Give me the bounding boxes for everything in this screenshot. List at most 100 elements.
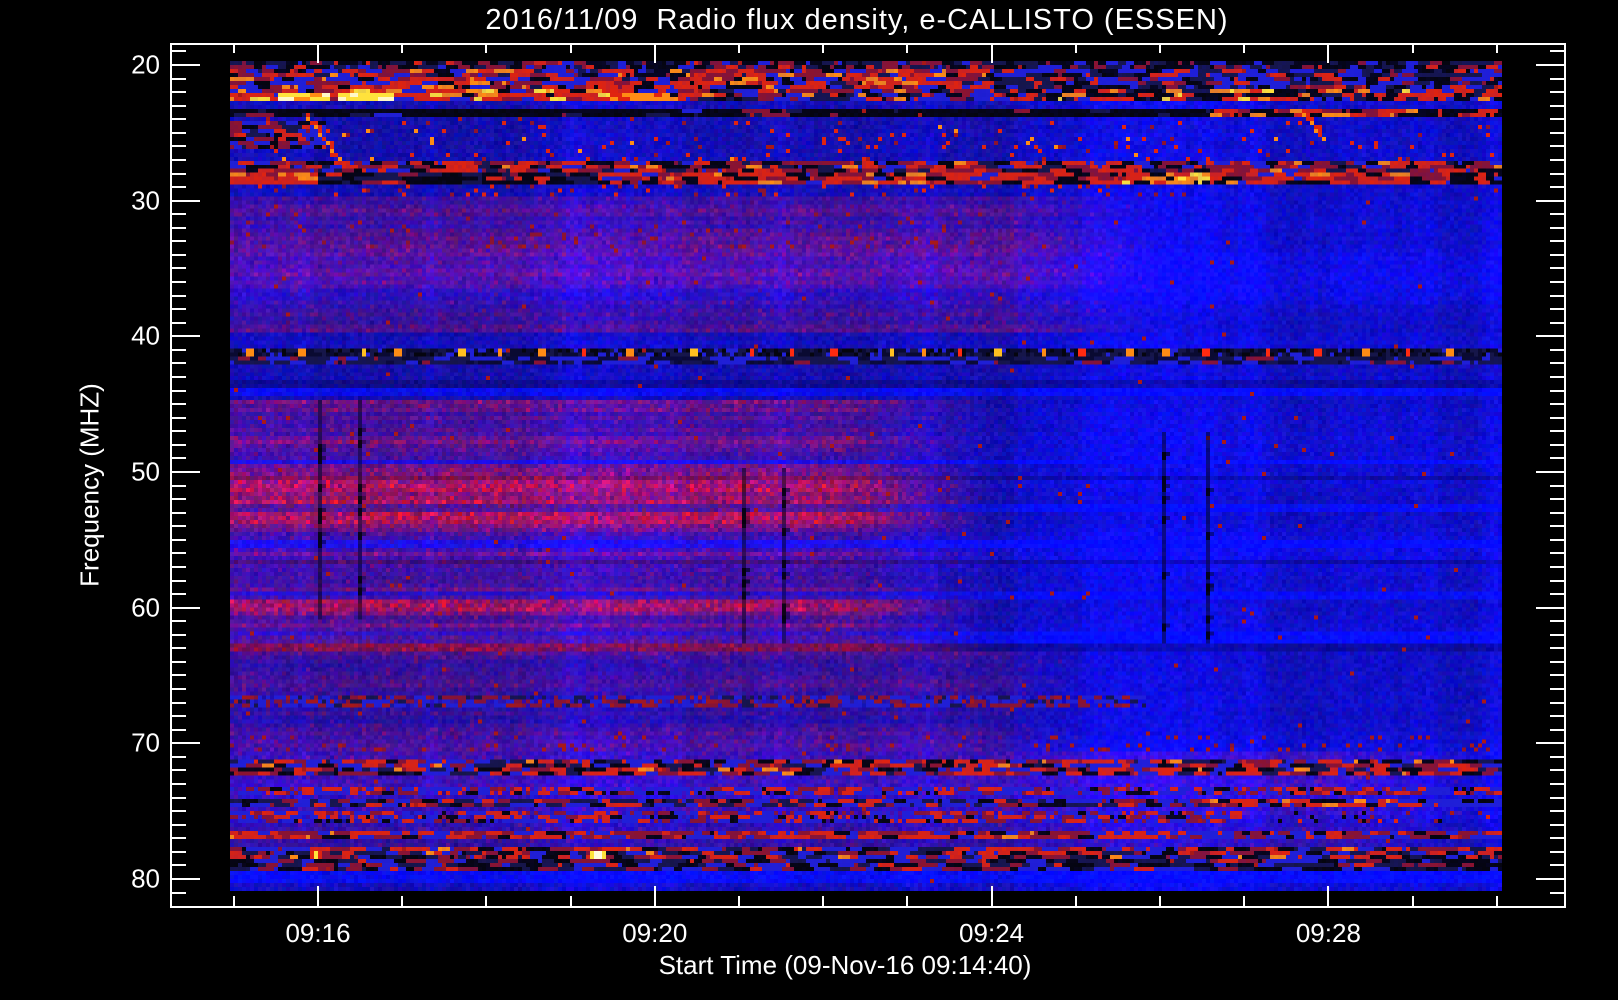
y-minor-tick-right [1550, 498, 1564, 501]
y-minor-tick-right [1550, 294, 1564, 297]
x-minor-tick-top [569, 45, 572, 53]
x-major-tick-top [317, 45, 319, 63]
x-major-tick [653, 886, 656, 906]
y-minor-tick [172, 321, 186, 324]
y-major-tick [172, 64, 200, 66]
x-minor-tick [485, 896, 488, 906]
x-tick-label: 09:20 [622, 918, 688, 948]
y-minor-tick-right [1550, 118, 1564, 121]
y-minor-tick-right [1550, 769, 1564, 772]
y-minor-tick-right [1550, 321, 1564, 324]
y-minor-tick [172, 647, 186, 650]
x-minor-tick-top [1159, 45, 1161, 53]
y-minor-tick [172, 158, 186, 161]
y-minor-tick-right [1550, 525, 1564, 528]
y-major-tick [172, 199, 200, 202]
y-minor-tick [172, 823, 186, 826]
y-tick-label: 50 [131, 456, 160, 487]
x-tick-label: 09:24 [959, 918, 1025, 948]
y-tick-label: 70 [131, 727, 160, 758]
y-minor-tick [172, 403, 186, 406]
y-minor-tick-right [1550, 728, 1564, 731]
x-tick-label: 09:28 [1295, 918, 1361, 948]
y-minor-tick-right [1550, 91, 1564, 94]
y-minor-tick [172, 498, 186, 501]
y-minor-tick [172, 674, 186, 677]
y-minor-tick-right [1550, 538, 1564, 541]
y-major-tick-right [1536, 64, 1564, 66]
y-minor-tick-right [1550, 511, 1564, 514]
y-minor-tick-right [1550, 50, 1564, 53]
y-minor-tick-right [1550, 430, 1564, 433]
x-major-tick [990, 886, 993, 906]
x-minor-tick-top [232, 45, 235, 53]
y-minor-tick [172, 131, 186, 134]
y-minor-tick [172, 226, 186, 229]
y-minor-tick-right [1550, 226, 1564, 229]
y-minor-tick [172, 511, 186, 514]
x-minor-tick-top [401, 45, 404, 53]
x-minor-tick [1159, 896, 1161, 906]
y-minor-tick [172, 294, 186, 297]
y-minor-tick-right [1550, 891, 1564, 894]
y-minor-tick-right [1550, 213, 1564, 216]
y-minor-tick [172, 715, 186, 718]
y-minor-tick-right [1550, 796, 1564, 799]
y-minor-tick [172, 891, 186, 894]
y-minor-tick-right [1550, 457, 1564, 460]
y-minor-tick [172, 376, 186, 379]
y-major-tick [172, 606, 200, 609]
y-minor-tick-right [1550, 715, 1564, 718]
y-minor-tick-right [1550, 552, 1564, 555]
y-minor-tick [172, 796, 186, 799]
spectrogram-window: 2016/11/09 Radio flux density, e-CALLIST… [0, 0, 1618, 1000]
y-minor-tick [172, 186, 186, 189]
y-minor-tick-right [1550, 579, 1564, 582]
y-minor-tick-right [1550, 281, 1564, 284]
y-tick-label: 30 [131, 185, 160, 216]
y-minor-tick [172, 810, 186, 813]
y-minor-tick [172, 213, 186, 216]
y-minor-tick [172, 348, 186, 351]
y-minor-tick-right [1550, 701, 1564, 704]
y-minor-tick-right [1550, 782, 1564, 785]
y-minor-tick [172, 579, 186, 582]
y-minor-tick [172, 755, 186, 758]
y-minor-tick [172, 552, 186, 555]
y-minor-tick-right [1550, 240, 1564, 243]
x-axis-label: Start Time (09-Nov-16 09:14:40) [658, 950, 1032, 980]
y-minor-tick [172, 362, 186, 365]
x-minor-tick [1495, 896, 1498, 906]
y-minor-tick [172, 77, 186, 80]
y-minor-tick [172, 308, 186, 311]
y-minor-tick-right [1550, 837, 1564, 840]
y-minor-tick-right [1550, 864, 1564, 867]
y-minor-tick-right [1550, 565, 1564, 568]
y-major-tick-right [1536, 877, 1564, 880]
y-minor-tick [172, 837, 186, 840]
y-minor-tick-right [1550, 104, 1564, 107]
x-minor-tick-top [1074, 45, 1077, 53]
x-minor-tick-top [738, 45, 740, 53]
y-minor-tick [172, 240, 186, 243]
y-minor-tick [172, 538, 186, 541]
y-minor-tick [172, 728, 186, 731]
y-minor-tick-right [1550, 186, 1564, 189]
x-minor-tick-top [1411, 45, 1414, 53]
y-minor-tick-right [1550, 348, 1564, 351]
y-minor-tick-right [1550, 362, 1564, 365]
y-minor-tick [172, 484, 186, 487]
y-minor-tick [172, 769, 186, 772]
y-major-tick-right [1536, 199, 1564, 202]
y-minor-tick [172, 430, 186, 433]
y-minor-tick [172, 118, 186, 121]
y-minor-tick [172, 701, 186, 704]
x-minor-tick-top [1243, 45, 1246, 53]
y-minor-tick-right [1550, 593, 1564, 596]
y-minor-tick [172, 389, 186, 392]
x-major-tick-top [990, 45, 993, 63]
y-minor-tick [172, 91, 186, 94]
x-minor-tick-top [1495, 45, 1498, 53]
y-minor-tick-right [1550, 660, 1564, 663]
y-minor-tick [172, 253, 186, 256]
